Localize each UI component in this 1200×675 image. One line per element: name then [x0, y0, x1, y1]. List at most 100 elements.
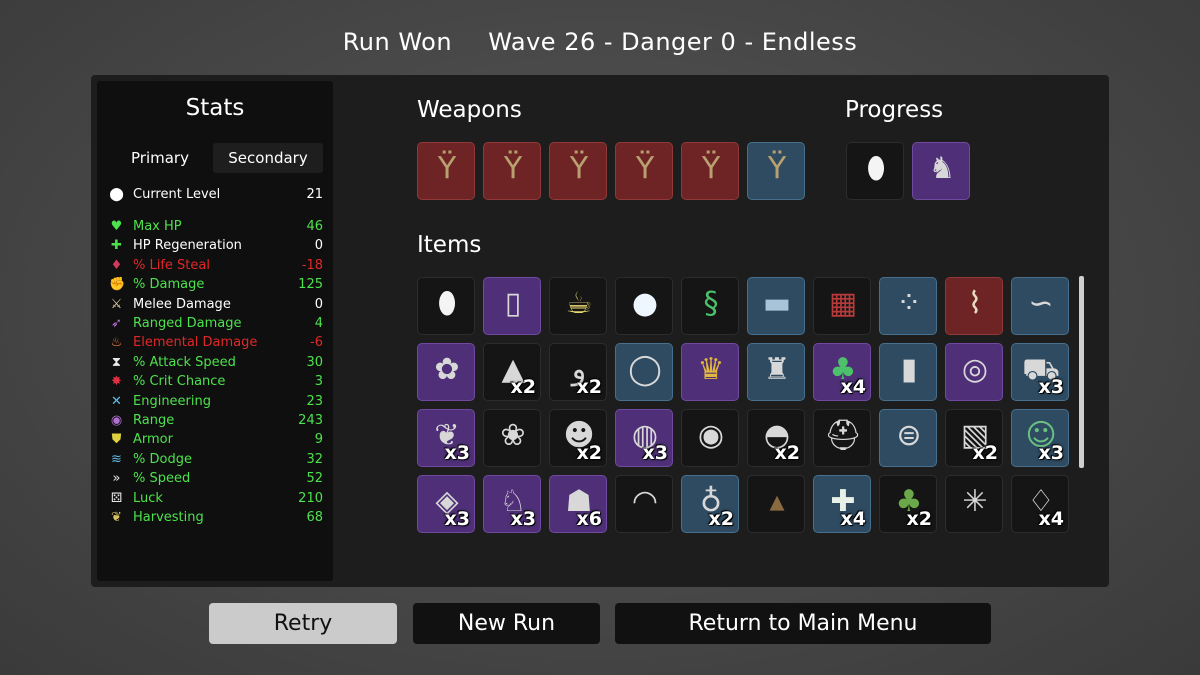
- elemental-damage-icon: ♨: [110, 335, 123, 351]
- stat-label: Current Level: [133, 187, 221, 202]
- item-slot[interactable]: ▲ x2: [483, 343, 541, 401]
- item-count: x3: [1038, 442, 1064, 464]
- item-count: x4: [840, 508, 866, 530]
- item-slot[interactable]: ∽: [1011, 277, 1069, 335]
- harvesting-icon: ❦: [111, 510, 122, 525]
- stat-label: Ranged Damage: [133, 316, 242, 331]
- item-slot[interactable]: ♣ x4: [813, 343, 871, 401]
- item-slot[interactable]: ❀: [483, 409, 541, 467]
- item-slot[interactable]: ♛: [681, 343, 739, 401]
- progress-slot[interactable]: ⬮: [846, 142, 904, 200]
- item-slot[interactable]: ☻ x2: [549, 409, 607, 467]
- item-slot[interactable]: ✚ x4: [813, 475, 871, 533]
- worm-icon: ∽: [1028, 286, 1054, 321]
- max-hp-icon: ♥: [110, 219, 123, 234]
- stat-row: ◉ Range 243: [109, 411, 327, 430]
- retry-button[interactable]: Retry: [209, 603, 397, 644]
- item-slot[interactable]: ▬: [747, 277, 805, 335]
- item-slot[interactable]: ▮: [879, 343, 937, 401]
- item-count: x3: [510, 508, 536, 530]
- dodge-icon: ≋: [111, 451, 122, 467]
- stat-value: 46: [306, 219, 323, 234]
- item-slot[interactable]: ●: [615, 277, 673, 335]
- item-slot[interactable]: ⌇: [945, 277, 1003, 335]
- stat-label: % Damage: [133, 277, 205, 293]
- stats-panel: Stats Primary Secondary ⬤ Current Level 21…: [97, 81, 333, 581]
- item-slot[interactable]: ♣ x2: [879, 475, 937, 533]
- item-slot[interactable]: ✳: [945, 475, 1003, 533]
- item-count: x3: [1038, 376, 1064, 398]
- slingshot-icon: Ϋ: [701, 151, 721, 186]
- item-slot[interactable]: ⁘: [879, 277, 937, 335]
- item-slot[interactable]: ⛟ x3: [1011, 343, 1069, 401]
- item-slot[interactable]: ◯: [615, 343, 673, 401]
- item-slot[interactable]: ⬮: [417, 277, 475, 335]
- item-count: x3: [444, 508, 470, 530]
- weapons-title: Weapons: [417, 97, 522, 123]
- item-slot[interactable]: ◈ x3: [417, 475, 475, 533]
- item-slot[interactable]: ▧ x2: [945, 409, 1003, 467]
- new-run-button[interactable]: New Run: [413, 603, 600, 644]
- item-slot[interactable]: ☕: [549, 277, 607, 335]
- item-slot[interactable]: ♢ x4: [1011, 475, 1069, 533]
- item-slot[interactable]: ♘ x3: [483, 475, 541, 533]
- weapon-slot[interactable]: Ϋ: [747, 142, 805, 200]
- item-count: x2: [774, 442, 800, 464]
- item-slot[interactable]: ⊜: [879, 409, 937, 467]
- item-slot[interactable]: ▦: [813, 277, 871, 335]
- stat-value: 32: [306, 451, 323, 467]
- weapon-slot[interactable]: Ϋ: [681, 142, 739, 200]
- progress-title: Progress: [845, 97, 944, 123]
- stat-value: 9: [314, 432, 323, 448]
- weapon-slot[interactable]: Ϋ: [615, 142, 673, 200]
- item-count: x4: [1038, 508, 1064, 530]
- item-slot[interactable]: ﻭ x2: [549, 343, 607, 401]
- item-slot[interactable]: ◠: [615, 475, 673, 533]
- weapon-slot[interactable]: Ϋ: [549, 142, 607, 200]
- crit-chance-icon: ✸: [111, 374, 122, 390]
- stat-label: Luck: [133, 490, 163, 506]
- items-scrollbar[interactable]: [1079, 276, 1084, 468]
- stat-row: ✕ Engineering 23: [109, 392, 327, 411]
- progress-slot[interactable]: ♞: [912, 142, 970, 200]
- item-slot[interactable]: ☺ x3: [1011, 409, 1069, 467]
- item-slot[interactable]: ◎: [945, 343, 1003, 401]
- run-result-header: Run Won Wave 26 - Danger 0 - Endless: [0, 28, 1200, 56]
- attack-speed-icon: ⧗: [111, 354, 122, 370]
- item-slot[interactable]: ▯: [483, 277, 541, 335]
- stat-label: % Speed: [133, 471, 191, 487]
- tab-secondary[interactable]: Secondary: [213, 143, 323, 173]
- item-slot[interactable]: ◉: [681, 409, 739, 467]
- weapon-slot[interactable]: Ϋ: [417, 142, 475, 200]
- item-slot[interactable]: ◍ x3: [615, 409, 673, 467]
- item-slot[interactable]: ◓ x2: [747, 409, 805, 467]
- slingshot-icon: Ϋ: [437, 151, 457, 186]
- engineering-icon: ✕: [111, 393, 122, 409]
- stat-value: 68: [306, 510, 323, 525]
- stat-label: % Attack Speed: [133, 354, 236, 370]
- item-slot[interactable]: ♁ x2: [681, 475, 739, 533]
- luck-icon: ⚄: [110, 490, 123, 506]
- tab-primary[interactable]: Primary: [111, 143, 209, 173]
- stat-row: ⛊ Armor 9: [109, 430, 327, 449]
- stat-label: Elemental Damage: [133, 335, 258, 351]
- item-slot[interactable]: §: [681, 277, 739, 335]
- stat-row: ➶ Ranged Damage 4: [109, 314, 327, 333]
- stat-label: % Crit Chance: [133, 374, 226, 390]
- stats-title: Stats: [185, 95, 245, 121]
- stat-label: Engineering: [133, 393, 211, 409]
- return-to-main-menu-button[interactable]: Return to Main Menu: [615, 603, 991, 644]
- stat-label: Melee Damage: [133, 296, 231, 312]
- stat-row: ✚ HP Regeneration 0: [109, 236, 327, 255]
- item-slot[interactable]: ✿: [417, 343, 475, 401]
- item-slot[interactable]: ⛑: [813, 409, 871, 467]
- item-slot[interactable]: ▴: [747, 475, 805, 533]
- weapon-slot[interactable]: Ϋ: [483, 142, 541, 200]
- hp-regeneration-icon: ✚: [111, 238, 122, 254]
- ranged-damage-icon: ➶: [111, 316, 122, 331]
- item-slot[interactable]: ♜: [747, 343, 805, 401]
- item-count: x3: [444, 442, 470, 464]
- item-slot[interactable]: ❦ x3: [417, 409, 475, 467]
- item-slot[interactable]: ☗ x6: [549, 475, 607, 533]
- slingshot-icon: Ϋ: [569, 151, 589, 186]
